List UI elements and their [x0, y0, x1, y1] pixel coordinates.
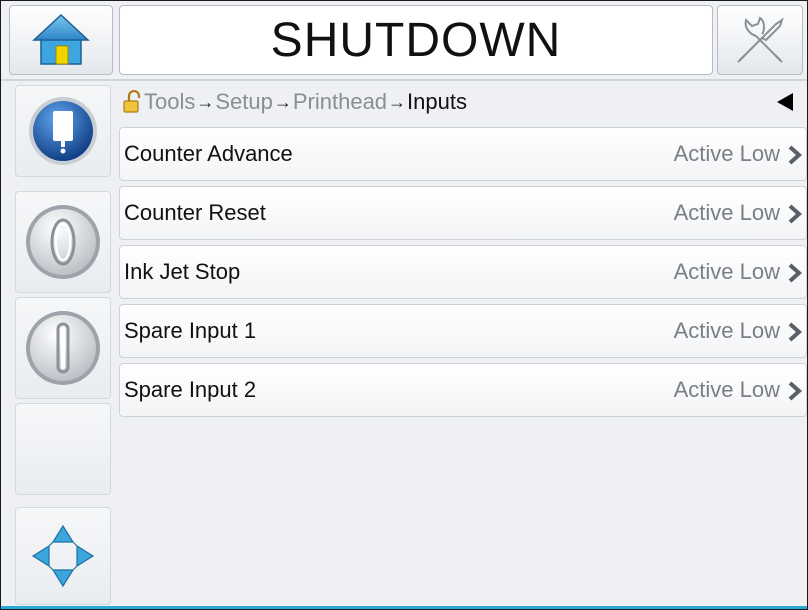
list-item-value: Active Low [673, 377, 780, 402]
breadcrumb-separator: → [388, 91, 407, 112]
home-icon [32, 13, 90, 65]
chevron-right-icon [788, 322, 803, 342]
list-item-value: Active Low [673, 318, 780, 343]
list-item-label: Counter Advance [124, 141, 293, 166]
tools-button[interactable] [717, 5, 803, 75]
breadcrumb-tools[interactable]: Tools [144, 89, 195, 115]
list-item-value: Active Low [673, 200, 780, 225]
jet-on-button[interactable] [15, 297, 111, 399]
list-item-value: Active Low [673, 141, 780, 166]
chevron-right-icon [788, 145, 803, 165]
breadcrumb: Tools → Setup → Printhead → Inputs [123, 87, 467, 117]
list-item-value: Active Low [673, 259, 780, 284]
list-item-label: Ink Jet Stop [124, 259, 241, 284]
list-item-spare-input-1[interactable]: Spare Input 1 Active Low [119, 304, 807, 358]
back-button[interactable] [771, 90, 799, 114]
unlock-icon [123, 90, 141, 113]
navigation-button[interactable] [15, 507, 111, 605]
list-item-spare-input-2[interactable]: Spare Input 2 Active Low [119, 363, 807, 417]
list-item-counter-reset[interactable]: Counter Reset Active Low [119, 186, 807, 240]
breadcrumb-separator: → [273, 91, 292, 112]
list-item-counter-advance[interactable]: Counter Advance Active Low [119, 127, 807, 181]
home-button[interactable] [9, 5, 113, 75]
header-divider [1, 79, 807, 81]
chevron-right-icon [788, 263, 803, 283]
jet-off-button[interactable] [15, 191, 111, 293]
breadcrumb-inputs: Inputs [407, 89, 467, 114]
back-arrow-icon [777, 93, 793, 111]
list-item-label: Spare Input 2 [124, 377, 257, 402]
bottom-accent-line [1, 606, 807, 609]
list-item-label: Counter Reset [124, 200, 266, 225]
ink-system-button[interactable] [15, 85, 111, 177]
jet-on-icon [26, 311, 100, 385]
blank-sidebar-button [15, 403, 111, 495]
printer-screen: SHUTDOWN Tools → Setup → Printhead → Inp… [0, 0, 808, 610]
jet-off-icon [26, 205, 100, 279]
breadcrumb-separator: → [196, 91, 215, 112]
navigation-arrows-icon [31, 524, 95, 588]
page-title: SHUTDOWN [270, 13, 562, 67]
list-item-ink-jet-stop[interactable]: Ink Jet Stop Active Low [119, 245, 807, 299]
chevron-right-icon [788, 381, 803, 401]
list-item-label: Spare Input 1 [124, 318, 257, 343]
breadcrumb-printhead[interactable]: Printhead [293, 89, 387, 115]
chevron-right-icon [788, 204, 803, 224]
breadcrumb-setup[interactable]: Setup [215, 89, 273, 115]
page-title-box: SHUTDOWN [119, 5, 713, 75]
tools-icon [737, 16, 784, 63]
ink-system-icon [29, 97, 97, 165]
